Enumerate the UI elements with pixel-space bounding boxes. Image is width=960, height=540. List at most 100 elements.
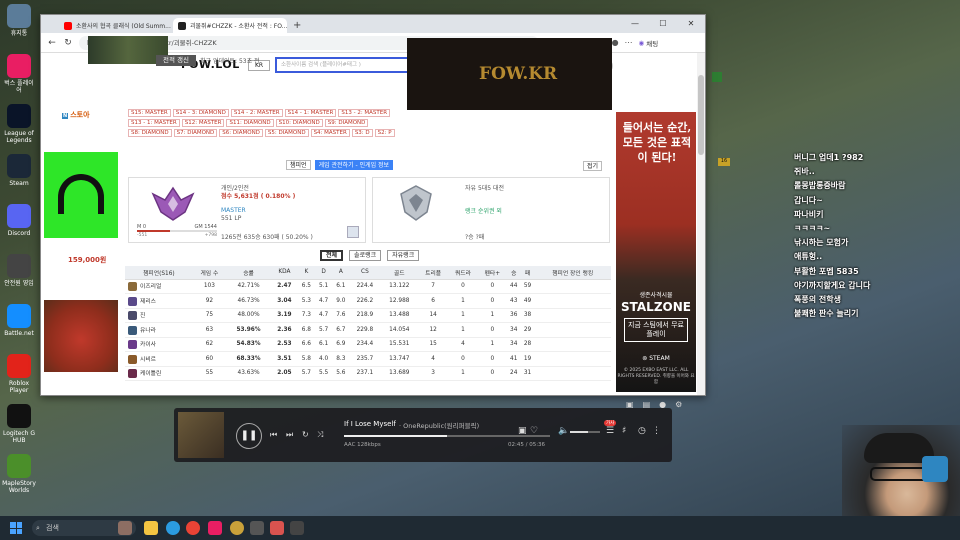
stalzone-ad[interactable]: 들어서는 순간, 모든 것은 표적이 된다! 생존사격시뮬 STALZONE 지… [616,112,696,392]
volume-slider[interactable] [570,431,600,433]
food-ad[interactable] [44,300,118,372]
settings-icon[interactable]: ⚙ [675,400,682,409]
volume-icon[interactable]: 🔈 [558,426,569,436]
page-scrollbar[interactable] [697,53,705,395]
music-player: ❚❚ ⏮ ⏭ ↻ ⤨ If I Lose Myself · OneRepubli… [174,408,672,462]
chart-icon[interactable] [347,226,359,238]
mastery-rank-cell [534,308,611,323]
collapse-button[interactable]: 접기 [583,161,603,171]
desktop-icon[interactable]: Roblox Player [2,354,36,394]
table-row[interactable]: 이즈리얼 103 42.71% 2.47 6.5 5.1 6.1 224.4 13.122 7 0 0… [125,279,611,294]
column-header[interactable]: 챔피언 장인 랭킹 [534,266,611,280]
desktop-icon[interactable]: MapleStory Worlds [2,454,36,494]
tab-youtube[interactable]: 소환사의 협곡 클래식 (Old Summ... ✕ [59,18,173,33]
column-header[interactable]: 골드 [380,266,419,280]
headset-price: 159,000원 [68,256,107,264]
filter-flex[interactable]: 자유랭크 [387,250,420,261]
reload-icon[interactable]: ↻ [63,38,73,48]
ad-kicker: 생존사격시뮬 [639,292,673,299]
table-row[interactable]: 진 75 48.00% 3.19 7.3 4.7 7.6 218.9 13.488 14 1 1 36 3… [125,308,611,323]
desktop-icon-label: Discord [7,230,31,237]
desktop-icon[interactable]: 안전원 영입 [2,254,36,287]
previous-icon[interactable]: ⏮ [270,430,277,440]
table-row[interactable]: 유나라 63 53.96% 2.36 6.8 5.7 6.7 229.8 14.054 12 1 0 3… [125,322,611,338]
stoa-ad[interactable]: N 스토아 [62,110,90,120]
desktop-icon[interactable]: 벅스 플레이어 [2,54,36,94]
cell-d: 5.7 [314,322,333,338]
shuffle-icon[interactable]: ⤨ [317,430,323,440]
equalizer-icon[interactable]: ♯ [622,426,626,436]
column-header[interactable]: 트리플 [418,266,449,280]
desktop-icon[interactable]: League of Legends [2,104,36,144]
cell-k: 6.8 [297,322,315,338]
column-header[interactable]: 승률 [226,266,272,280]
column-header[interactable]: 게임 수 [192,266,227,280]
table-row[interactable]: 카이사 62 54.83% 2.53 6.6 6.1 6.9 234.4 15.531 15 4 1 3… [125,337,611,352]
like-icon[interactable]: ♡ [530,426,538,436]
column-header[interactable]: K [297,266,315,280]
copilot-chat-button[interactable]: ◉ 채팅 [639,38,659,48]
desktop-shortcut-icon[interactable] [922,456,948,482]
repeat-icon[interactable]: ↻ [302,430,309,439]
taskbar-app-icon[interactable] [118,521,132,535]
back-icon[interactable]: ← [47,38,57,48]
desktop-icon-label: Logitech G HUB [2,430,36,444]
pause-icon[interactable]: ❚❚ [236,423,262,449]
menu-icon[interactable]: ⋮ [652,426,661,436]
renew-button[interactable]: 전적 갱신 [156,55,196,66]
next-icon[interactable]: ⏭ [286,430,293,440]
column-header[interactable]: KDA [271,266,298,280]
cell-a: 9.0 [332,293,350,309]
minimize-icon[interactable]: — [621,15,649,33]
lyrics-icon[interactable]: ▣ [518,426,527,436]
playlist-icon[interactable]: ☰ [606,426,614,436]
filter-all[interactable]: 전체 [320,250,344,261]
new-tab-icon[interactable]: + [287,20,307,33]
desktop-icon[interactable]: Steam [2,154,36,187]
taskbar-app-icon[interactable] [270,521,284,535]
cell-penta: 0 [477,366,507,381]
cell-penta: 0 [477,322,507,338]
column-header[interactable]: 펜타+ [477,266,507,280]
desktop-icon[interactable]: Discord [2,204,36,237]
table-row[interactable]: 케이틀린 55 43.63% 2.05 5.7 5.5 5.6 237.1 13.689 3 1 0 2… [125,366,611,381]
taskbar-app-icon[interactable] [290,521,304,535]
profile-icon[interactable]: ● [612,38,619,47]
column-header[interactable]: 패 [520,266,535,280]
column-header[interactable]: D [314,266,333,280]
column-header[interactable]: 승 [506,266,521,280]
maximize-icon[interactable]: ☐ [649,15,677,33]
column-header[interactable]: 챔피언(S16) [125,266,193,280]
file-explorer-icon[interactable] [144,521,158,535]
timer-icon[interactable]: ◷ [638,426,646,436]
windows-start-icon[interactable] [10,522,22,534]
fow-banner[interactable]: FOW.KR [407,38,612,110]
chrome-icon[interactable] [186,521,200,535]
tab-champion[interactable]: 챔피언 [286,160,311,170]
filter-solo[interactable]: 솔로랭크 [349,250,382,261]
desktop-icon[interactable]: Battle.net [2,304,36,337]
desktop-icon[interactable]: 휴지통 [2,4,36,37]
more-icon[interactable]: ⋯ [625,38,633,47]
tab-fow[interactable]: 괴물쥐#CHZZK - 소환사 전적 : FO... ✕ [173,18,287,33]
column-header[interactable]: 쿼드라 [448,266,478,280]
column-header[interactable]: A [332,266,350,280]
season-badge: S13 - 2: MASTER [338,109,391,117]
taskbar-app-icon[interactable] [230,521,244,535]
table-row[interactable]: 시비르 60 68.33% 3.51 5.8 4.0 8.3 235.7 13.747 4 0 0 41… [125,351,611,367]
mastery-rank-cell [534,322,611,338]
cell-k: 6.6 [297,337,315,352]
desktop-icon[interactable]: Logitech G HUB [2,404,36,444]
cell-k: 5.3 [297,293,315,309]
app-icon [7,304,31,328]
taskbar-app-icon[interactable] [250,521,264,535]
table-row[interactable]: 제리스 92 46.73% 3.04 5.3 4.7 9.0 226.2 12.988 6 1 0 43… [125,293,611,309]
column-header[interactable]: CS [349,266,381,280]
mastery-rank-cell [534,366,611,381]
edge-icon[interactable] [166,521,180,535]
close-window-icon[interactable]: ✕ [677,15,705,33]
tab-spectate[interactable]: 게임 관전하기 - 인게임 정보 [314,160,394,170]
chat-message: 낚시하는 모험가 [794,238,849,248]
headset-ad[interactable] [44,152,118,238]
bugs-icon[interactable] [208,521,222,535]
